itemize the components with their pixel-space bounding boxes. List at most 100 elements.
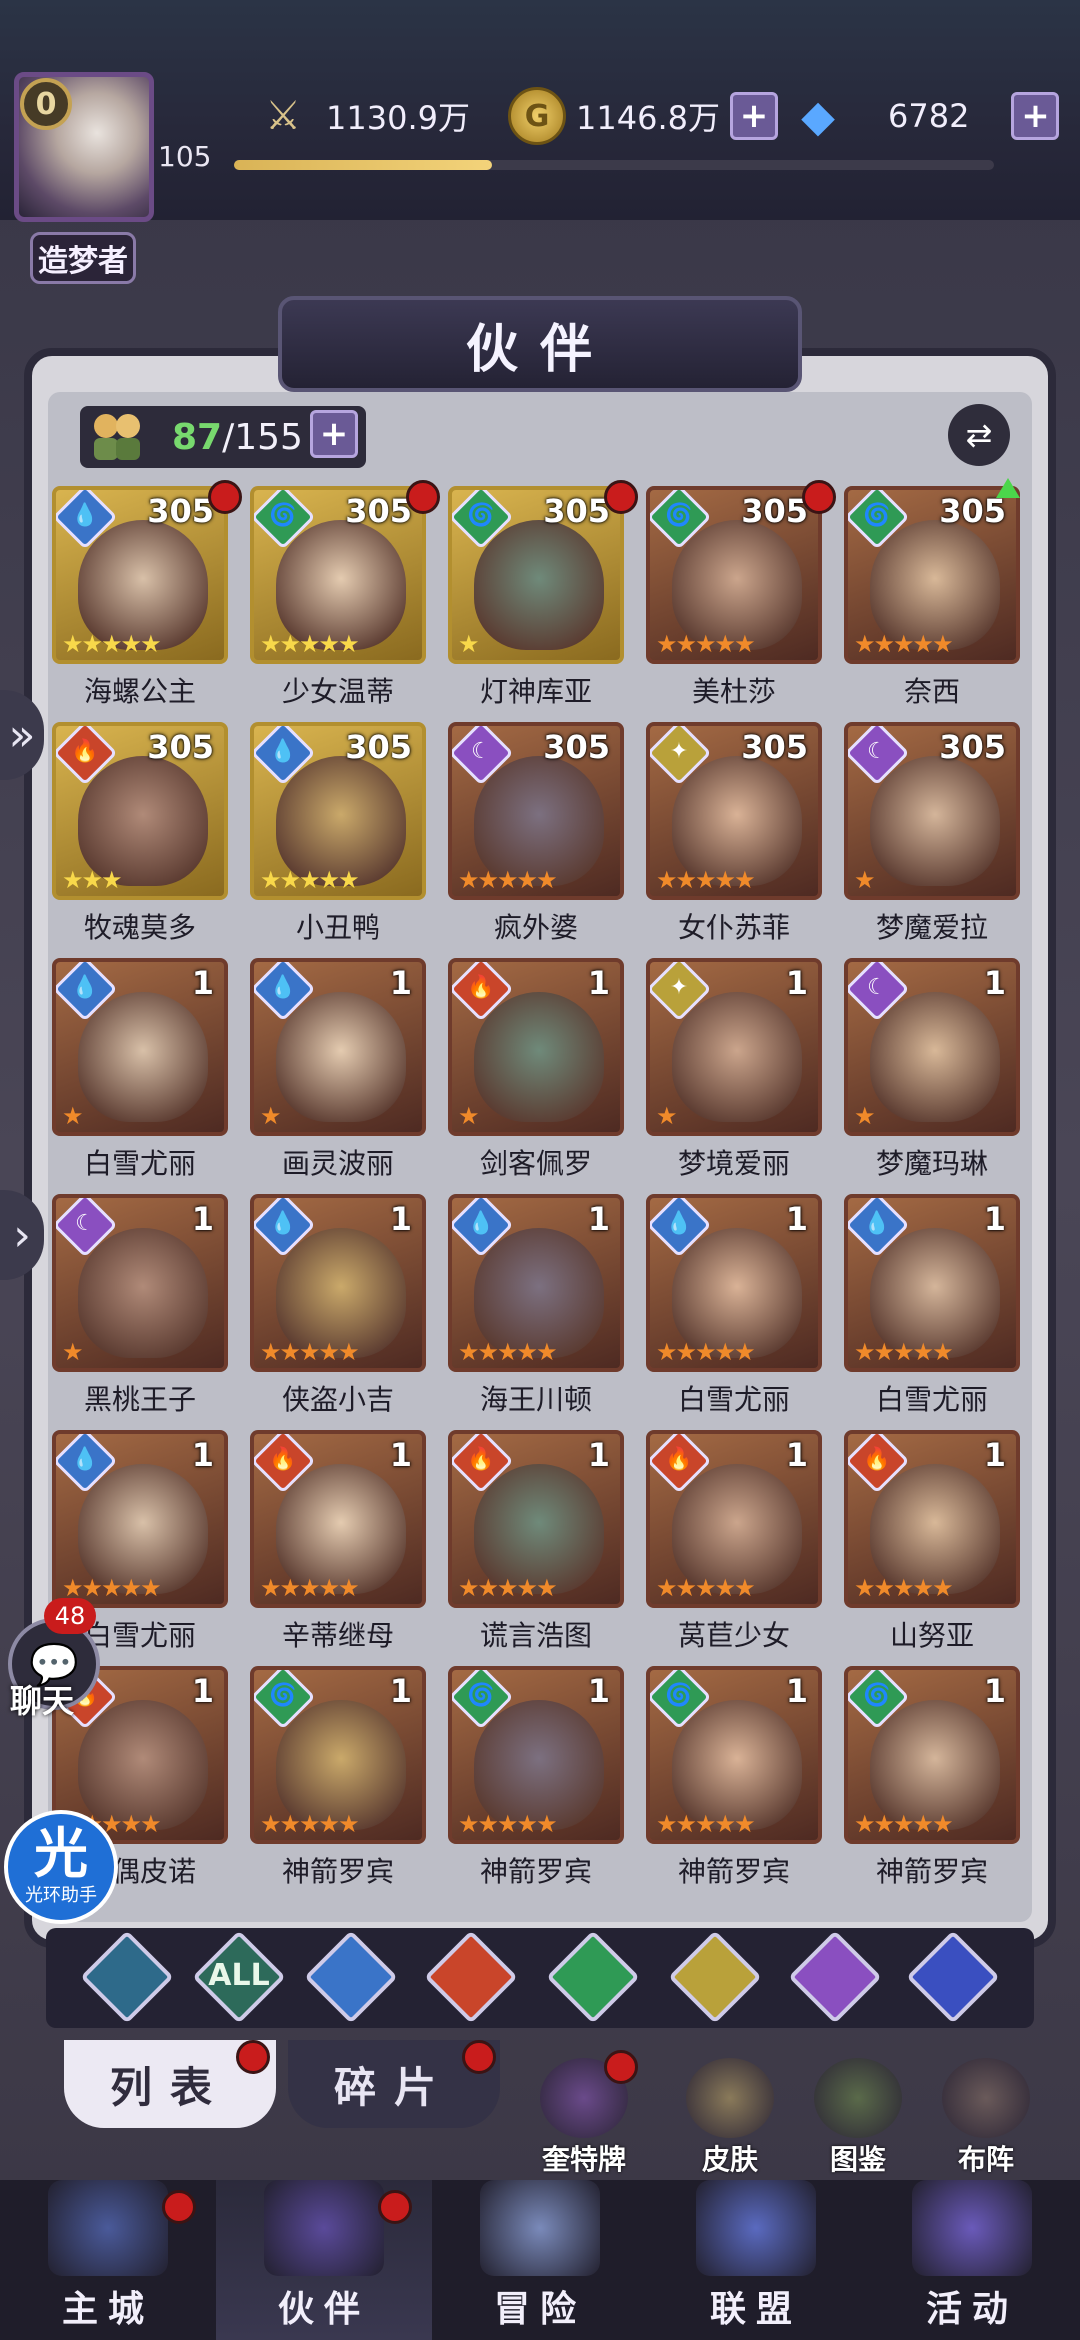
compass-icon — [480, 2180, 600, 2276]
star-rating: ★★★ — [62, 866, 123, 894]
element-glyph: 🔥 — [269, 1446, 297, 1472]
element-glyph: 🔥 — [863, 1446, 891, 1472]
hero-card[interactable]: ☾ 305 ★★★★★ 疯外婆 — [448, 722, 624, 946]
element-glyph: ☾ — [867, 974, 887, 1000]
hero-portrait: 💧 1 ★★★★★ — [844, 1194, 1020, 1372]
add-gems-button[interactable]: + — [1011, 92, 1060, 140]
filter-dark-icon[interactable] — [788, 1930, 882, 2024]
nav-alliance-shield[interactable]: 联盟 — [648, 2180, 864, 2340]
hero-card[interactable]: 💧 1 ★★★★★ 白雪尤丽 — [646, 1194, 822, 1418]
filter-light-icon[interactable] — [668, 1930, 762, 2024]
tab-list-notification-dot — [236, 2040, 270, 2074]
hero-face — [474, 992, 604, 1122]
hero-portrait: 💧 305 ★★★★★ — [52, 486, 228, 664]
hero-card[interactable]: 💧 1 ★ 画灵波丽 — [250, 958, 426, 1182]
shortcut-codex[interactable]: 图鉴 — [808, 2058, 908, 2178]
hero-face — [672, 992, 802, 1122]
filter-wind-icon[interactable] — [546, 1930, 640, 2024]
chevron-right-icon: › — [13, 1209, 31, 1261]
assistant-helper-button[interactable]: 光 光环助手 — [4, 1810, 118, 1924]
add-gold-button[interactable]: + — [729, 92, 778, 140]
hero-portrait: ☾ 305 ★★★★★ — [448, 722, 624, 900]
hero-card[interactable]: 🌀 305 ★★★★★ 少女温蒂 — [250, 480, 440, 710]
star-rating: ★★★★★ — [656, 866, 756, 894]
star-rating: ★ — [854, 866, 875, 894]
expand-roster-button[interactable]: + — [310, 410, 358, 458]
hero-name: 黑桃王子 — [83, 1383, 196, 1416]
element-glyph: 💧 — [71, 502, 99, 528]
nav-notification-dot — [378, 2190, 412, 2224]
hero-name: 剑客佩罗 — [479, 1147, 592, 1180]
hero-card[interactable]: 💧 1 ★ 白雪尤丽 — [52, 958, 228, 1182]
hero-card[interactable]: ☾ 1 ★ 梦魔玛琳 — [844, 958, 1020, 1182]
sort-swap-button[interactable]: ⇄ — [948, 404, 1010, 466]
hero-level: 1 — [785, 1672, 808, 1710]
hero-card[interactable]: ✦ 1 ★ 梦境爱丽 — [646, 958, 822, 1182]
shortcut-formation[interactable]: 布阵 — [936, 2058, 1036, 2178]
hero-card[interactable]: 🔥 1 ★★★★★ 谎言浩图 — [448, 1430, 624, 1654]
hero-portrait: 🌀 305 ★★★★★ — [250, 486, 426, 664]
hero-card[interactable]: 💧 1 ★★★★★ 侠盗小吉 — [250, 1194, 426, 1418]
hero-name: 谎言浩图 — [479, 1619, 592, 1652]
filter-fire-icon[interactable] — [424, 1930, 518, 2024]
element-glyph: 💧 — [269, 974, 297, 1000]
hero-card[interactable]: 💧 305 ★★★★★ 小丑鸭 — [250, 722, 426, 946]
element-glyph: 💧 — [863, 1210, 891, 1236]
hero-name: 疯外婆 — [493, 911, 578, 944]
hero-name: 牧魂莫多 — [83, 911, 196, 944]
element-glyph: 🔥 — [665, 1446, 693, 1472]
hero-card[interactable]: 🔥 1 ★★★★★ 山努亚 — [844, 1430, 1020, 1654]
hero-card[interactable]: 🌀 1 ★★★★★ 神箭罗宾 — [448, 1666, 624, 1890]
hero-card[interactable]: 🔥 1 ★ 剑客佩罗 — [448, 958, 624, 1182]
nav-compass[interactable]: 冒险 — [432, 2180, 648, 2340]
hero-portrait: 🌀 305 ★★★★★ — [844, 486, 1020, 664]
hero-card[interactable]: ☾ 1 ★ 黑桃王子 — [52, 1194, 228, 1418]
shortcut-skin[interactable]: 皮肤 — [680, 2058, 780, 2178]
tab-fragments-notification-dot — [462, 2040, 496, 2074]
hero-card[interactable]: 💧 1 ★★★★★ 白雪尤丽 — [844, 1194, 1020, 1418]
player-title-badge[interactable]: 造梦者 — [30, 232, 136, 284]
hero-card[interactable]: 🔥 1 ★★★★★ 辛蒂继母 — [250, 1430, 426, 1654]
hero-name: 白雪尤丽 — [83, 1147, 196, 1180]
filter-water-icon[interactable] — [304, 1930, 398, 2024]
element-glyph: ☾ — [471, 738, 491, 764]
hero-name: 莴苣少女 — [677, 1619, 790, 1652]
hero-portrait: 🔥 1 ★★★★★ — [646, 1430, 822, 1608]
hero-card[interactable]: 💧 1 ★★★★★ 海王川顿 — [448, 1194, 624, 1418]
hero-portrait: ✦ 1 ★ — [646, 958, 822, 1136]
nav-cards[interactable]: 活动 — [864, 2180, 1080, 2340]
hero-name: 神箭罗宾 — [875, 1855, 988, 1888]
element-glyph: 💧 — [71, 1446, 99, 1472]
hero-portrait: 🌀 1 ★★★★★ — [844, 1666, 1020, 1844]
filter-neutral-icon[interactable] — [80, 1930, 174, 2024]
hero-level: 305 — [741, 492, 808, 530]
shortcut-label: 图鉴 — [829, 2143, 886, 2176]
nav-label: 联盟 — [709, 2289, 802, 2330]
tab-fragments-label: 碎片 — [333, 2062, 454, 2112]
hero-card[interactable]: 🌀 305 ★ 灯神库亚 — [448, 480, 638, 710]
hero-card[interactable]: ✦ 305 ★★★★★ 女仆苏菲 — [646, 722, 822, 946]
level-progress-bar — [234, 160, 994, 170]
tab-list-label: 列表 — [109, 2062, 230, 2112]
hero-card[interactable]: ☾ 305 ★ 梦魔爱拉 — [844, 722, 1020, 946]
hero-level: 305 — [345, 728, 412, 766]
hero-face — [78, 992, 208, 1122]
nav-label: 伙伴 — [277, 2289, 370, 2330]
hero-name: 神箭罗宾 — [479, 1855, 592, 1888]
star-rating: ★★★★★ — [260, 1338, 360, 1366]
hero-card[interactable]: 🌀 1 ★★★★★ 神箭罗宾 — [646, 1666, 822, 1890]
shortcut-label: 布阵 — [957, 2143, 1014, 2176]
hero-card[interactable]: 🌀 305 ★★★★★ 奈西 — [844, 478, 1020, 710]
hero-card[interactable]: 🔥 305 ★★★ 牧魂莫多 — [52, 722, 228, 946]
hero-card[interactable]: 🔥 1 ★★★★★ 莴苣少女 — [646, 1430, 822, 1654]
star-rating: ★★★★★ — [62, 630, 162, 658]
element-glyph: 🌀 — [467, 1682, 495, 1708]
hero-card[interactable]: 🌀 1 ★★★★★ 神箭罗宾 — [844, 1666, 1020, 1890]
filter-cosmic-icon[interactable] — [906, 1930, 1000, 2024]
hero-card[interactable]: 💧 305 ★★★★★ 海螺公主 — [52, 480, 242, 710]
helper-label: 光环助手 — [25, 1885, 97, 1906]
hero-card[interactable]: 🌀 305 ★★★★★ 美杜莎 — [646, 480, 836, 710]
hero-portrait: 💧 1 ★★★★★ — [646, 1194, 822, 1372]
hero-card[interactable]: 🌀 1 ★★★★★ 神箭罗宾 — [250, 1666, 426, 1890]
hero-portrait: ☾ 1 ★ — [52, 1194, 228, 1372]
